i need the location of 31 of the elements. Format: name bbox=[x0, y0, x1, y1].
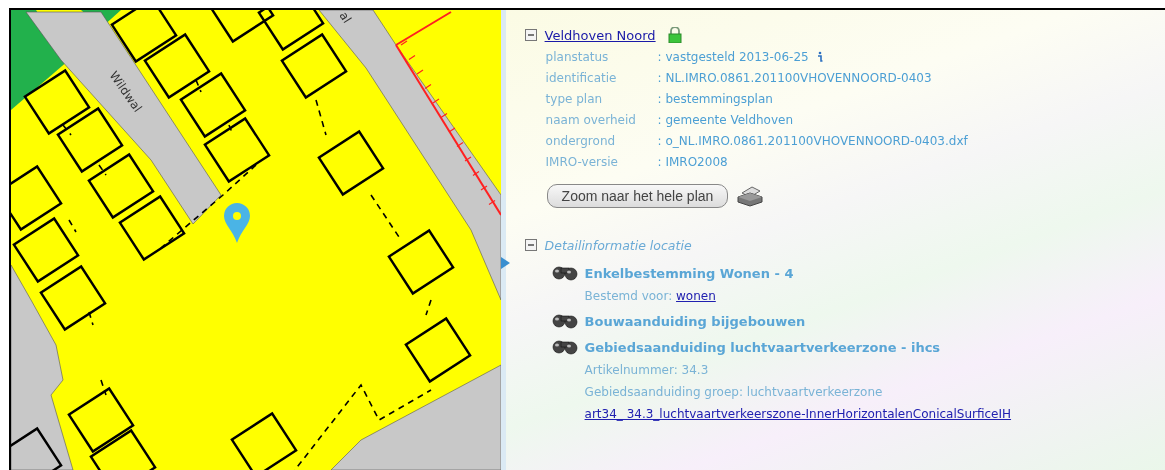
binoculars-icon[interactable] bbox=[550, 265, 579, 281]
destination-title: Gebiedsaanduiding luchtvaartverkeerzone - ihcs bbox=[584, 339, 941, 355]
detail-text: Gebiedsaanduiding groep: luchtvaartverkeerzone bbox=[584, 385, 883, 399]
property-label: naam overheid bbox=[545, 112, 637, 127]
printer-icon[interactable] bbox=[736, 185, 765, 207]
property-value: : IMRO2008 bbox=[657, 154, 728, 169]
property-label: type plan bbox=[545, 91, 604, 106]
section-title: Detailinformatie locatie bbox=[544, 237, 692, 253]
detail-text: Artikelnummer: 34.3 bbox=[584, 363, 709, 377]
property-value: : bestemmingsplan bbox=[657, 91, 773, 106]
lock-icon bbox=[667, 27, 682, 43]
binoculars-icon[interactable] bbox=[550, 339, 579, 355]
collapse-icon[interactable] bbox=[524, 29, 537, 41]
property-label: IMRO-versie bbox=[545, 154, 619, 169]
property-value: : NL.IMRO.0861.201100VHOVENNOORD-0403 bbox=[657, 70, 932, 85]
binoculars-icon[interactable] bbox=[550, 313, 579, 329]
property-label: identificatie bbox=[545, 70, 618, 85]
property-value: : gemeente Veldhoven bbox=[657, 112, 794, 127]
zoom-to-plan-button[interactable]: Zoom naar het hele plan bbox=[546, 184, 729, 208]
collapse-icon[interactable] bbox=[524, 239, 537, 251]
destination-title: Bouwaanduiding bijgebouwen bbox=[584, 313, 806, 329]
property-label: ondergrond bbox=[545, 133, 617, 148]
property-value: : vastgesteld 2013-06-25 bbox=[657, 49, 809, 64]
property-label: planstatus bbox=[545, 49, 610, 64]
street-label: al bbox=[336, 10, 354, 26]
field-label: Bestemd voor: bbox=[584, 289, 673, 303]
document-link[interactable]: art34_ 34.3_luchtvaartverkeerszone-InnerHorizontalenConicalSurficeIH bbox=[584, 407, 1012, 421]
plan-title-link[interactable]: Veldhoven Noord bbox=[544, 27, 656, 43]
destination-title: Enkelbestemming Wonen - 4 bbox=[584, 265, 794, 281]
link[interactable]: wonen bbox=[676, 289, 716, 303]
property-value: : o_NL.IMRO.0861.201100VHOVENNOORD-0403.dxf bbox=[657, 133, 968, 148]
